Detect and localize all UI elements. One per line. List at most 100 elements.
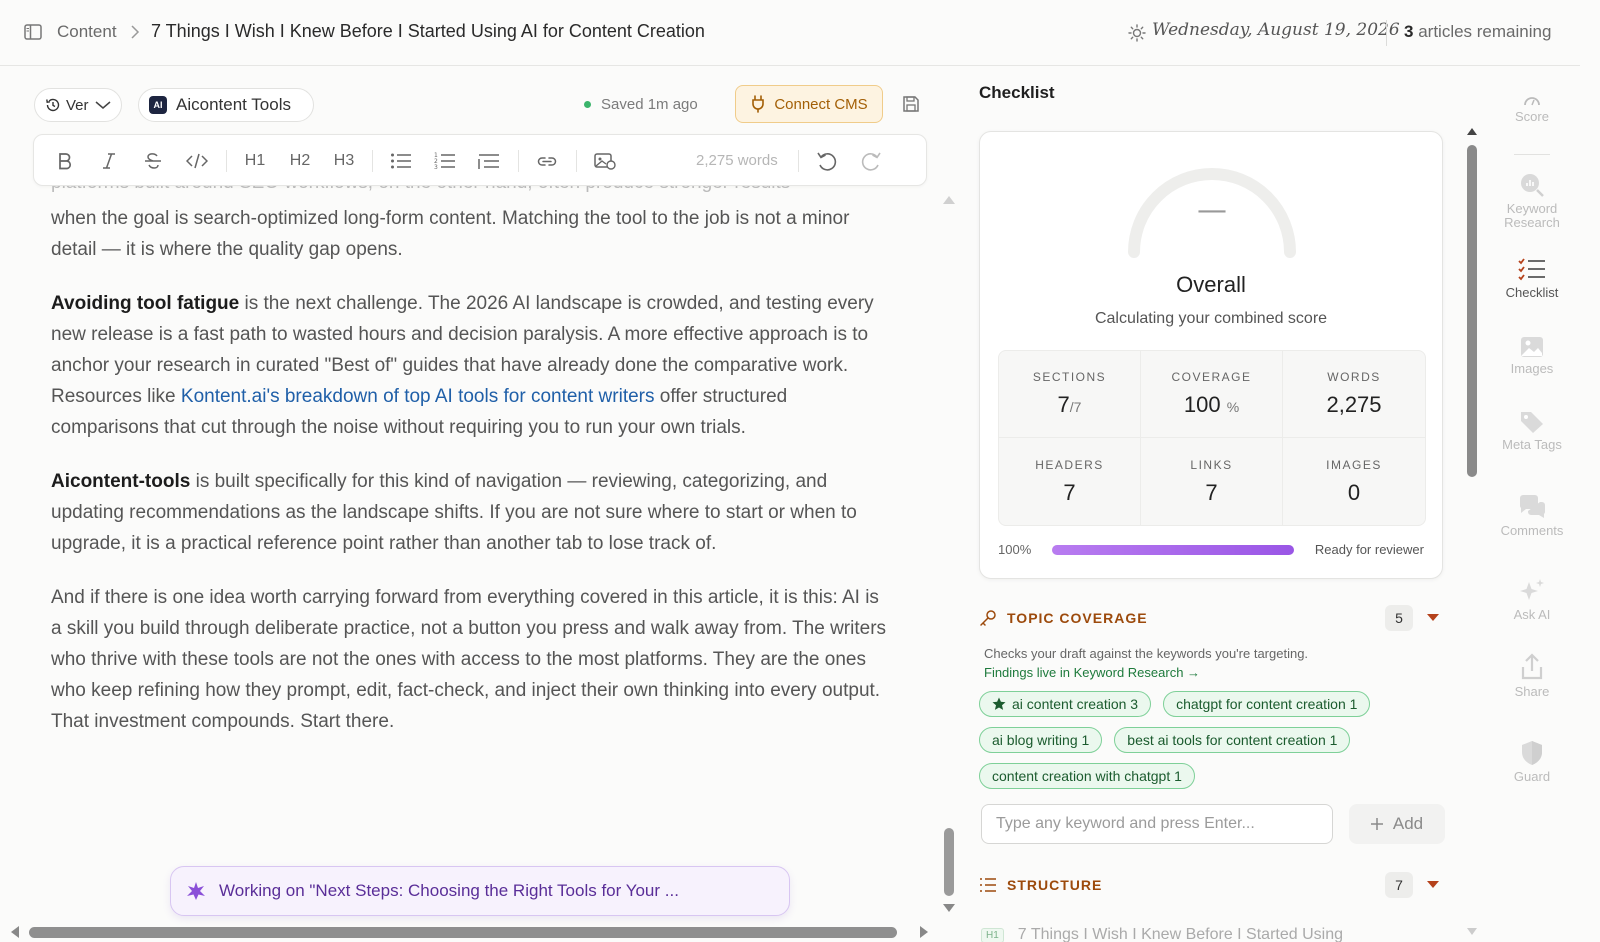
- topic-coverage-title: TOPIC COVERAGE: [1007, 610, 1148, 626]
- history-icon: [46, 98, 60, 112]
- editor-scroll-up[interactable]: [943, 196, 955, 204]
- rail-comments[interactable]: Comments: [1492, 494, 1572, 538]
- remaining-label: articles remaining: [1418, 22, 1552, 41]
- code-button[interactable]: [182, 135, 212, 187]
- share-icon: [1521, 653, 1543, 680]
- strikethrough-button[interactable]: [138, 135, 168, 187]
- save-status: Saved 1m ago: [584, 96, 698, 113]
- rail-label: Meta Tags: [1502, 437, 1562, 452]
- caret-down-icon[interactable]: [1427, 881, 1439, 888]
- shield-icon: [1522, 741, 1542, 765]
- stat-label: HEADERS: [1035, 457, 1104, 472]
- connect-cms-label: Connect CMS: [774, 95, 868, 113]
- rail-share[interactable]: Share: [1492, 653, 1572, 699]
- link-button[interactable]: [532, 135, 562, 187]
- stat-links: LINKS 7: [1141, 438, 1283, 525]
- insert-image-button[interactable]: [590, 135, 620, 187]
- rail-label: Ask AI: [1513, 607, 1551, 622]
- keyword-chip-label: content creation with chatgpt 1: [992, 768, 1182, 784]
- stat-value: 7: [1205, 479, 1218, 505]
- kontent-ai-link[interactable]: Kontent.ai's breakdown of top AI tools f…: [181, 386, 655, 407]
- stat-words: WORDS 2,275: [1283, 351, 1425, 438]
- rail-meta-tags[interactable]: Meta Tags: [1492, 410, 1572, 452]
- keyword-chips: ai content creation 3 chatgpt for conten…: [979, 691, 1449, 789]
- saved-dot-icon: [584, 101, 591, 108]
- structure-item[interactable]: H1 7 Things I Wish I Knew Before I Start…: [981, 926, 1343, 942]
- rail-images[interactable]: Images: [1492, 336, 1572, 376]
- keyword-chip[interactable]: best ai tools for content creation 1: [1114, 727, 1351, 753]
- saved-text: Saved 1m ago: [601, 96, 698, 113]
- structure-header[interactable]: STRUCTURE 7: [979, 870, 1443, 900]
- working-text: Working on "Next Steps: Choosing the Rig…: [219, 881, 679, 900]
- stat-value: 100 %: [1183, 392, 1240, 417]
- redo-icon: [861, 152, 881, 171]
- keyword-chip[interactable]: ai content creation 3: [979, 691, 1152, 717]
- brand-logo: AI: [149, 96, 167, 114]
- panel-scroll-up[interactable]: [1467, 128, 1477, 135]
- rail-keyword-research[interactable]: Keyword Research: [1492, 172, 1572, 230]
- keyword-research-link[interactable]: Findings live in Keyword Research →: [984, 665, 1200, 680]
- top-bar: Content 7 Things I Wish I Knew Before I …: [0, 0, 1580, 66]
- remaining-count: 3: [1404, 22, 1414, 41]
- caret-down-icon[interactable]: [1427, 614, 1439, 621]
- add-keyword-button[interactable]: Add: [1349, 804, 1445, 844]
- paragraph: when the goal is search-optimized long-f…: [33, 203, 893, 265]
- heading1-button[interactable]: H1: [240, 135, 270, 187]
- stat-value: 7/7: [1057, 392, 1082, 417]
- redo-button[interactable]: [856, 135, 886, 187]
- panel-scroll-down[interactable]: [1467, 928, 1477, 935]
- rail-guard[interactable]: Guard: [1492, 740, 1572, 784]
- keyword-chip[interactable]: chatgpt for content creation 1: [1163, 691, 1371, 717]
- connect-cms-button[interactable]: Connect CMS: [735, 85, 883, 123]
- undo-icon: [817, 152, 837, 171]
- stat-label: COVERAGE: [1171, 370, 1252, 384]
- panel-vertical-scrollbar[interactable]: [1467, 145, 1477, 477]
- breadcrumb-content[interactable]: Content: [57, 22, 117, 42]
- keyword-chip[interactable]: content creation with chatgpt 1: [979, 763, 1195, 789]
- undo-button[interactable]: [812, 135, 842, 187]
- editor-scroll-down[interactable]: [943, 904, 955, 912]
- editor-horizontal-scrollbar[interactable]: [29, 927, 897, 938]
- checklist-title: Checklist: [979, 83, 1055, 102]
- working-status-banner[interactable]: Working on "Next Steps: Choosing the Rig…: [170, 866, 790, 916]
- bullet-list-icon: [391, 153, 411, 169]
- keyword-input[interactable]: [981, 804, 1333, 844]
- structure-count: 7: [1385, 872, 1413, 898]
- heading3-button[interactable]: H3: [329, 135, 359, 187]
- sun-icon[interactable]: [1128, 24, 1146, 42]
- heading-level-tag: H1: [981, 927, 1004, 942]
- paragraph: And if there is one idea worth carrying …: [33, 582, 893, 737]
- save-icon[interactable]: [901, 94, 921, 114]
- bold-button[interactable]: [50, 135, 80, 187]
- editor-scroll-left[interactable]: [11, 926, 19, 938]
- italic-button[interactable]: [94, 135, 124, 187]
- clipped-text-line: platforms built around SEO workflows, on…: [51, 186, 790, 194]
- keyword-chip[interactable]: ai blog writing 1: [979, 727, 1103, 753]
- rail-score[interactable]: Score: [1492, 94, 1572, 124]
- sidebar-toggle-icon[interactable]: [24, 24, 42, 40]
- editor-scroll-right[interactable]: [920, 926, 928, 938]
- plus-icon: [1370, 818, 1383, 830]
- stat-value: 2,275: [1326, 392, 1382, 417]
- chevron-down-icon: [95, 101, 111, 109]
- editor-content[interactable]: platforms built around SEO workflows, on…: [33, 186, 925, 906]
- brand-label: Aicontent Tools: [176, 95, 291, 114]
- rail-checklist[interactable]: Checklist: [1492, 258, 1572, 300]
- strikethrough-icon: [145, 153, 161, 169]
- version-history-button[interactable]: Ver: [34, 88, 122, 122]
- page-title: 7 Things I Wish I Knew Before I Started …: [151, 21, 705, 41]
- bullet-list-button[interactable]: [386, 135, 416, 187]
- editor-vertical-scrollbar[interactable]: [944, 828, 954, 896]
- indent-list-button[interactable]: [474, 135, 504, 187]
- topic-coverage-header[interactable]: TOPIC COVERAGE 5: [979, 603, 1443, 633]
- numbered-list-icon: 123: [434, 152, 455, 170]
- articles-remaining: 3 articles remaining: [1404, 22, 1551, 42]
- keyword-chip-label: ai blog writing 1: [992, 732, 1090, 748]
- numbered-list-button[interactable]: 123: [430, 135, 460, 187]
- stat-label: WORDS: [1327, 370, 1381, 384]
- rail-ask-ai[interactable]: Ask AI: [1492, 578, 1572, 622]
- brand-selector[interactable]: AI Aicontent Tools: [138, 88, 314, 122]
- heading2-button[interactable]: H2: [285, 135, 315, 187]
- plug-icon: [752, 95, 765, 113]
- toolbar-divider: [372, 150, 373, 172]
